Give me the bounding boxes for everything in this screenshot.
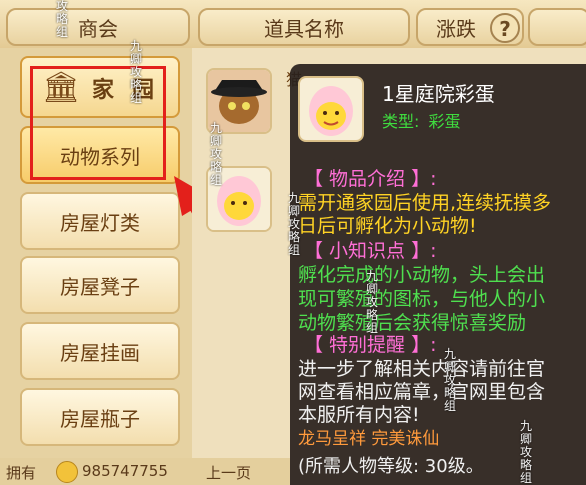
remind-line-3: 本服所有内容! — [298, 404, 420, 426]
category-label: 房屋凳子 — [60, 274, 140, 299]
watermark: 九卿攻略组 — [210, 121, 223, 187]
header-guild-label: 商会 — [78, 16, 118, 41]
tips-line-1: 孵化完成的小动物，头上会出 — [298, 264, 546, 286]
watermark: 九卿攻略组 — [520, 419, 533, 485]
server-names: 龙马呈祥 完美诛仙 — [298, 429, 440, 449]
watermark: 攻略组 — [56, 0, 69, 39]
intro-line-2: 日后可孵化为小动物! — [298, 215, 477, 237]
help-icon[interactable]: ? — [490, 13, 520, 43]
highlight-box — [30, 66, 166, 180]
market-header-bar: 商会 道具名称 涨跌 ? — [0, 0, 586, 50]
header-extra — [528, 8, 586, 46]
category-house-lamps[interactable]: 房屋灯类 — [20, 192, 180, 250]
watermark: 九卿攻略组 — [288, 191, 301, 257]
category-house-paintings[interactable]: 房屋挂画 — [20, 322, 180, 380]
coin-icon — [56, 461, 78, 483]
owned-label: 拥有 — [6, 464, 37, 482]
tips-line-2: 现可繁殖的图标，与他人的小 — [298, 288, 546, 310]
tooltip-item-name: 1星庭院彩蛋 — [382, 82, 495, 106]
prev-page-button[interactable]: 上一页 — [206, 462, 251, 483]
watermark: 九卿攻略组 — [444, 347, 457, 413]
item-tooltip: 1星庭院彩蛋 类型: 彩蛋 【 物品介绍 】: 需开通家园后使用,连续抚摸多 日… — [290, 64, 586, 485]
category-label: 房屋挂画 — [60, 340, 140, 365]
coin-amount: 985747755 — [82, 462, 168, 480]
tooltip-item-icon — [298, 76, 364, 142]
section-intro-heading: 【 物品介绍 】: — [304, 168, 437, 190]
pink-egg-icon — [309, 86, 353, 136]
watermark: 九卿攻略组 — [130, 39, 143, 105]
watermark: 九卿攻略组 — [366, 269, 379, 335]
bottom-bar: 拥有 985747755 上一页 — [0, 458, 290, 485]
category-house-vases[interactable]: 房屋瓶子 — [20, 388, 180, 446]
required-level: (所需人物等级: 30级。 — [298, 456, 484, 477]
category-house-stools[interactable]: 房屋凳子 — [20, 256, 180, 314]
header-item-name-label: 道具名称 — [264, 16, 344, 41]
category-label: 房屋瓶子 — [60, 406, 140, 431]
header-change-label: 涨跌 — [436, 16, 476, 41]
header-guild[interactable]: 商会 — [6, 8, 190, 46]
tooltip-type-value: 彩蛋 — [428, 112, 461, 131]
tooltip-type: 类型: 彩蛋 — [382, 108, 461, 132]
section-tips-heading: 【 小知识点 】: — [304, 240, 437, 262]
category-label: 房屋灯类 — [60, 210, 140, 235]
tooltip-type-label: 类型: — [382, 112, 420, 131]
header-item-name[interactable]: 道具名称 — [198, 8, 410, 46]
